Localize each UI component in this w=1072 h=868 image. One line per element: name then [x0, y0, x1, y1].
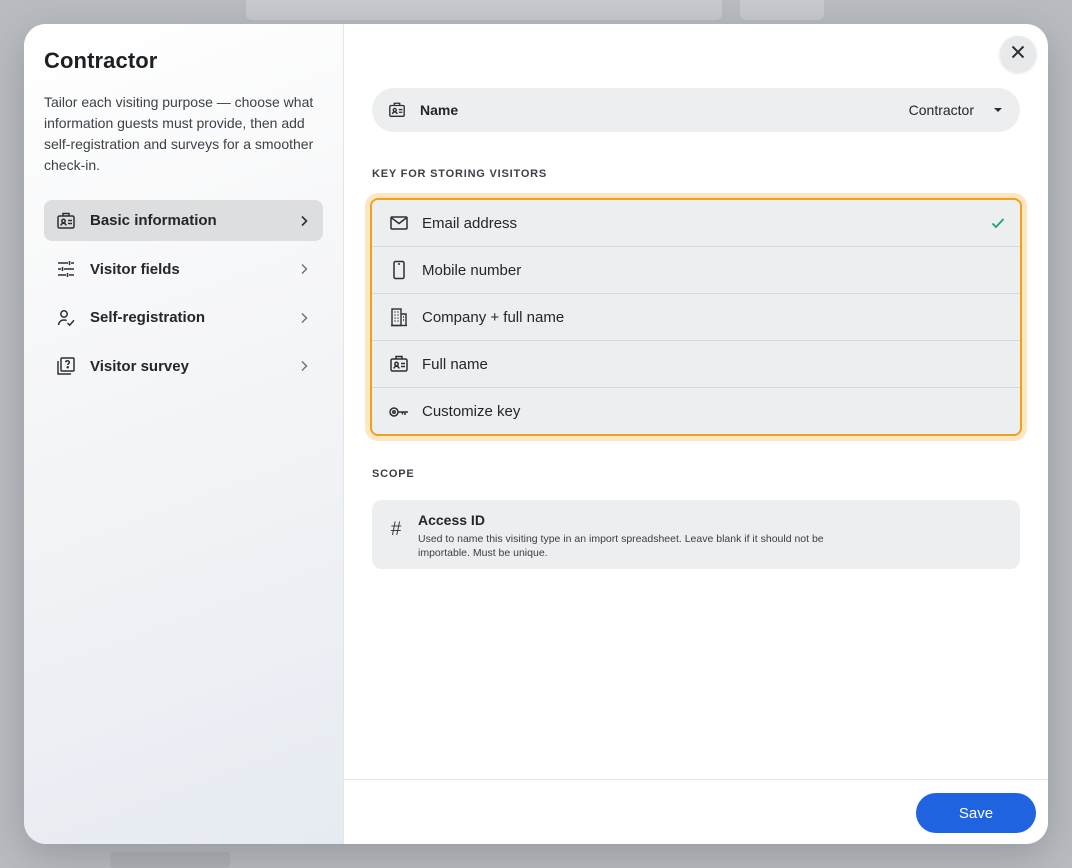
hash-icon: #	[390, 519, 402, 540]
contractor-dialog: Contractor Tailor each visiting purpose …	[24, 24, 1048, 844]
backdrop-search-bar	[246, 0, 722, 20]
chevron-right-icon	[297, 262, 311, 276]
chevron-right-icon	[297, 359, 311, 373]
key-option-full-name[interactable]: Full name	[372, 341, 1020, 388]
name-field[interactable]: Name Contractor	[372, 88, 1020, 132]
sidebar-item-label: Basic information	[90, 212, 217, 229]
name-field-value[interactable]: Contractor	[909, 102, 974, 118]
access-id-title: Access ID	[418, 512, 485, 528]
save-button[interactable]: Save	[916, 793, 1036, 833]
sliders-icon	[56, 259, 76, 279]
key-option-label: Full name	[422, 355, 488, 373]
key-option-label: Customize key	[422, 403, 521, 420]
key-option-email[interactable]: Email address	[372, 200, 1020, 247]
sidebar-item-basic-information[interactable]: Basic information	[44, 200, 323, 241]
sidebar-nav: Basic information Visitor fields Self-re…	[44, 200, 323, 387]
dialog-title: Contractor	[44, 48, 158, 73]
key-option-label: Company + full name	[422, 308, 565, 326]
backdrop-footer-item	[110, 852, 230, 868]
access-id-field[interactable]: # Access ID Used to name this visiting t…	[372, 500, 1020, 569]
key-option-customize-key[interactable]: Customize key	[372, 388, 1020, 434]
key-option-company-full-name[interactable]: Company + full name	[372, 294, 1020, 341]
check-icon	[990, 215, 1006, 231]
name-field-label: Name	[420, 102, 459, 118]
phone-icon	[388, 259, 410, 281]
survey-icon	[56, 356, 76, 376]
sidebar-item-label: Self-registration	[90, 309, 206, 326]
key-option-label: Email address	[422, 214, 518, 232]
key-option-mobile[interactable]: Mobile number	[372, 247, 1020, 294]
backdrop-button	[740, 0, 824, 20]
key-section-title: KEY FOR STORING VISITORS	[372, 168, 548, 180]
id-badge-icon	[56, 211, 76, 231]
sidebar-item-self-registration[interactable]: Self-registration	[44, 297, 323, 338]
id-badge-icon	[388, 101, 406, 119]
scope-section-title: SCOPE	[372, 468, 415, 480]
close-icon	[1010, 44, 1026, 65]
close-button[interactable]	[1000, 36, 1036, 72]
access-id-description: Used to name this visiting type in an im…	[418, 533, 824, 559]
key-options-list: Email address Mobile number Company + fu…	[370, 198, 1022, 436]
dialog-description: Tailor each visiting purpose — choose wh…	[44, 94, 314, 173]
building-icon	[388, 306, 410, 328]
key-option-label: Mobile number	[422, 261, 522, 279]
dialog-sidebar: Contractor Tailor each visiting purpose …	[24, 24, 344, 844]
sidebar-item-visitor-survey[interactable]: Visitor survey	[44, 346, 323, 387]
dialog-content: Name Contractor KEY FOR STORING VISITORS…	[344, 24, 1048, 844]
key-icon	[388, 401, 410, 423]
id-badge-icon	[388, 353, 410, 375]
chevron-right-icon	[297, 214, 311, 228]
dialog-footer: Save	[344, 779, 1048, 844]
sidebar-item-label: Visitor fields	[90, 260, 180, 278]
chevron-right-icon	[297, 311, 311, 325]
caret-down-icon[interactable]	[992, 104, 1004, 116]
sidebar-item-label: Visitor survey	[90, 357, 189, 375]
mail-icon	[388, 212, 410, 234]
user-check-icon	[56, 308, 76, 328]
sidebar-item-visitor-fields[interactable]: Visitor fields	[44, 249, 323, 290]
access-id-text: Access ID Used to name this visiting typ…	[418, 512, 858, 560]
